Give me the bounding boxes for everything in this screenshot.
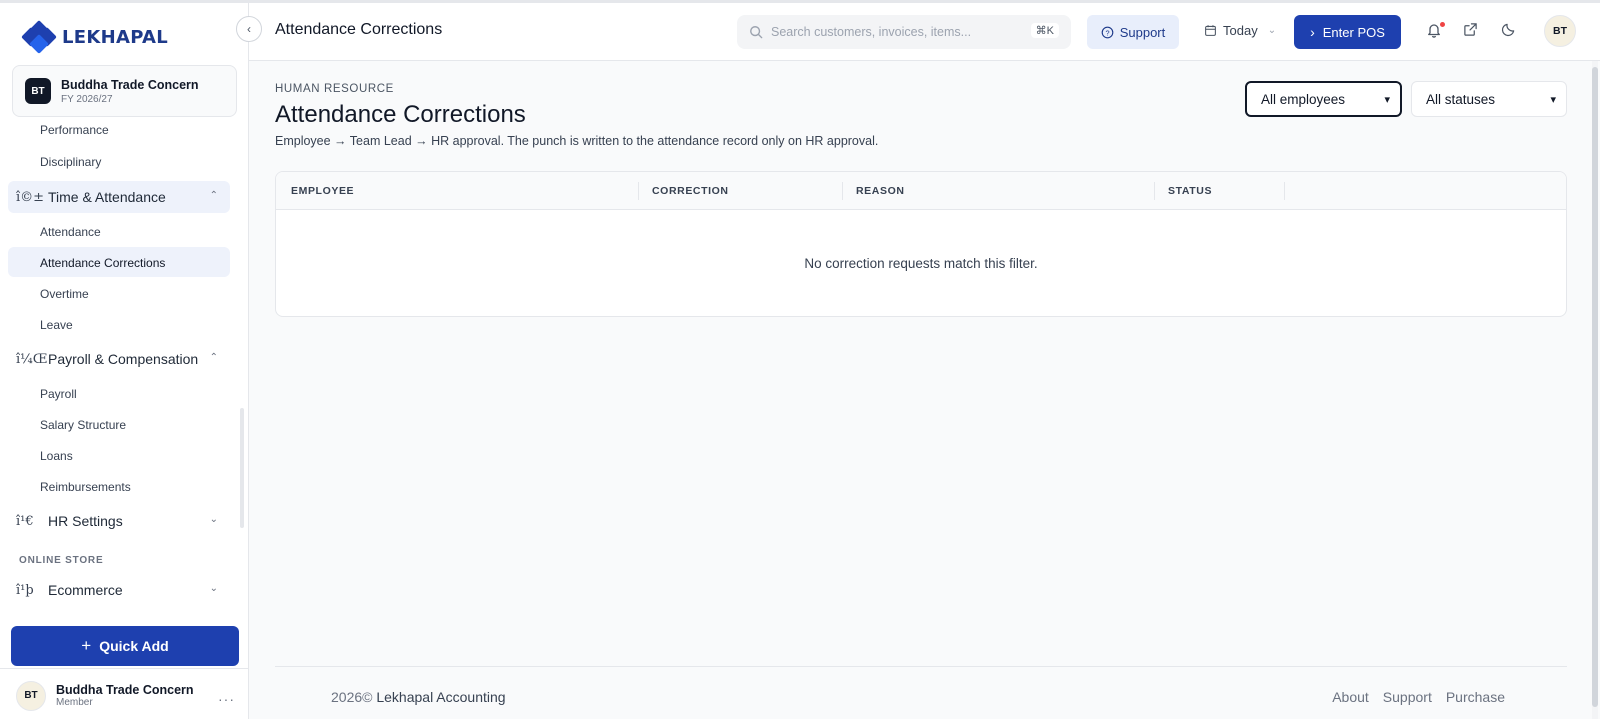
chevron-right-icon: › <box>1310 24 1315 40</box>
employee-filter-value: All employees <box>1261 91 1346 107</box>
footer-links: About Support Purchase <box>1332 689 1505 705</box>
page-eyebrow: HUMAN RESOURCE <box>275 83 394 95</box>
search-input[interactable] <box>771 25 1021 39</box>
quick-add-button[interactable]: + Quick Add <box>11 626 239 666</box>
topbar-title: Attendance Corrections <box>275 21 443 38</box>
sidebar-item-attendance-corrections[interactable]: Attendance Corrections <box>40 256 165 270</box>
footer-link-about[interactable]: About <box>1332 689 1369 705</box>
external-link-icon[interactable] <box>1463 22 1478 37</box>
column-header-reason[interactable]: REASON <box>856 185 905 197</box>
enter-pos-button[interactable]: › Enter POS <box>1294 15 1401 49</box>
sidebar-item-overtime[interactable]: Overtime <box>40 287 89 301</box>
column-header-correction[interactable]: CORRECTION <box>652 185 729 197</box>
sidebar-scrollbar[interactable] <box>240 408 244 528</box>
sidebar-nav: Performance Disciplinary î©± Time & Atte… <box>0 121 240 609</box>
help-circle-icon: ? <box>1101 26 1114 38</box>
chevron-left-icon: ‹ <box>247 22 251 36</box>
main-scrollbar[interactable] <box>1592 61 1598 719</box>
organization-switcher[interactable]: BT Buddha Trade Concern FY 2026/27 <box>12 65 237 117</box>
chevron-down-icon: ⌄ <box>1267 25 1277 36</box>
org-fiscal-year: FY 2026/27 <box>61 93 113 105</box>
sidebar-group-label: Time & Attendance <box>48 189 166 205</box>
user-name: Buddha Trade Concern <box>56 683 194 697</box>
column-header-employee[interactable]: EMPLOYEE <box>291 185 354 197</box>
status-filter-select[interactable]: All statuses ▾ <box>1411 81 1567 117</box>
search-icon <box>750 26 763 39</box>
employee-filter-select[interactable]: All employees ▾ <box>1245 81 1402 117</box>
quick-add-label: Quick Add <box>99 638 169 654</box>
chevron-down-icon: ⌄ <box>209 514 218 525</box>
sidebar-group-label: Ecommerce <box>48 582 123 598</box>
sidebar-collapse-button[interactable]: ‹ <box>236 16 262 42</box>
global-search[interactable]: ⌘K <box>737 15 1071 49</box>
footer-copyright: 2026© Lekhapal Accounting <box>331 689 506 705</box>
chevron-down-icon: ▾ <box>1384 93 1390 106</box>
sidebar-section-online-store: ONLINE STORE <box>19 555 104 566</box>
svg-text:?: ? <box>1105 28 1109 37</box>
column-divider <box>1284 182 1285 200</box>
sidebar-group-hr-settings[interactable]: î¹€ HR Settings ⌄ <box>8 505 230 537</box>
search-shortcut-hint: ⌘K <box>1030 23 1059 38</box>
sidebar-item-salary-structure[interactable]: Salary Structure <box>40 418 126 432</box>
sidebar-group-label: HR Settings <box>48 513 123 529</box>
sidebar-item-payroll[interactable]: Payroll <box>40 387 77 401</box>
brand-logo[interactable]: LEKHAPAL <box>21 20 169 54</box>
chevron-up-icon: ⌃ <box>209 352 218 363</box>
moon-icon[interactable] <box>1501 22 1516 37</box>
clock-icon: î©± <box>16 189 45 205</box>
org-name: Buddha Trade Concern <box>61 77 199 92</box>
sidebar-item-loans[interactable]: Loans <box>40 449 73 463</box>
date-label: Today <box>1223 23 1258 38</box>
chevron-down-icon: ▾ <box>1550 93 1556 106</box>
sidebar-group-time-attendance[interactable]: î©± Time & Attendance ⌃ <box>8 181 230 213</box>
footer-company: Lekhapal Accounting <box>376 689 506 705</box>
user-menu[interactable]: BT Buddha Trade Concern Member ··· <box>0 668 249 719</box>
logo-diamonds-icon <box>21 20 57 54</box>
wallet-icon: î¼Œ <box>16 351 48 367</box>
notification-dot <box>1440 22 1445 27</box>
enter-pos-label: Enter POS <box>1322 24 1385 40</box>
plus-icon: + <box>81 636 92 655</box>
column-header-status[interactable]: STATUS <box>1168 185 1212 197</box>
topbar: Attendance Corrections ⌘K ? Support Toda… <box>249 3 1600 61</box>
sidebar-item-reimbursements[interactable]: Reimbursements <box>40 480 131 494</box>
status-filter-value: All statuses <box>1426 91 1496 107</box>
sidebar-group-ecommerce[interactable]: î¹þ Ecommerce ⌄ <box>8 574 230 606</box>
user-avatar-button[interactable]: BT <box>1544 15 1576 47</box>
store-icon: î¹þ <box>16 582 34 598</box>
main-content: HUMAN RESOURCE Attendance Corrections Em… <box>249 61 1600 719</box>
footer-link-purchase[interactable]: Purchase <box>1446 689 1505 705</box>
sidebar-item-disciplinary[interactable]: Disciplinary <box>40 155 101 169</box>
sidebar-item-leave[interactable]: Leave <box>40 318 73 332</box>
column-divider <box>638 182 639 200</box>
sidebar-group-payroll[interactable]: î¼Œ Payroll & Compensation ⌃ <box>8 343 230 375</box>
sidebar-group-label: Payroll & Compensation <box>48 351 199 367</box>
page-description: Employee → Team Lead → HR approval. The … <box>275 134 879 148</box>
sidebar-item-attendance[interactable]: Attendance <box>40 225 101 239</box>
sidebar: LEKHAPAL BT Buddha Trade Concern FY 2026… <box>0 3 249 719</box>
column-divider <box>1154 182 1155 200</box>
chevron-down-icon: ⌄ <box>209 583 218 594</box>
brand-name: LEKHAPAL <box>62 26 169 48</box>
date-range-picker[interactable]: Today ⌄ <box>1204 23 1276 38</box>
sidebar-item-performance[interactable]: Performance <box>40 123 109 137</box>
footer-link-support[interactable]: Support <box>1383 689 1432 705</box>
page-title: Attendance Corrections <box>275 101 526 128</box>
table-header: EMPLOYEE CORRECTION REASON STATUS <box>276 172 1566 210</box>
org-avatar: BT <box>25 78 51 104</box>
user-avatar: BT <box>16 680 46 711</box>
page-footer: 2026© Lekhapal Accounting About Support … <box>275 666 1567 719</box>
user-role: Member <box>56 697 93 708</box>
chevron-up-icon: ⌃ <box>209 190 218 201</box>
support-label: Support <box>1119 24 1166 40</box>
support-button[interactable]: ? Support <box>1087 15 1179 49</box>
corrections-table: EMPLOYEE CORRECTION REASON STATUS No cor… <box>275 171 1567 317</box>
table-empty-state: No correction requests match this filter… <box>804 256 1038 271</box>
more-horizontal-icon[interactable]: ··· <box>218 691 235 707</box>
footer-year: 2026© <box>331 689 373 705</box>
column-divider <box>842 182 843 200</box>
calendar-icon <box>1205 25 1216 36</box>
settings-icon: î¹€ <box>16 513 34 529</box>
